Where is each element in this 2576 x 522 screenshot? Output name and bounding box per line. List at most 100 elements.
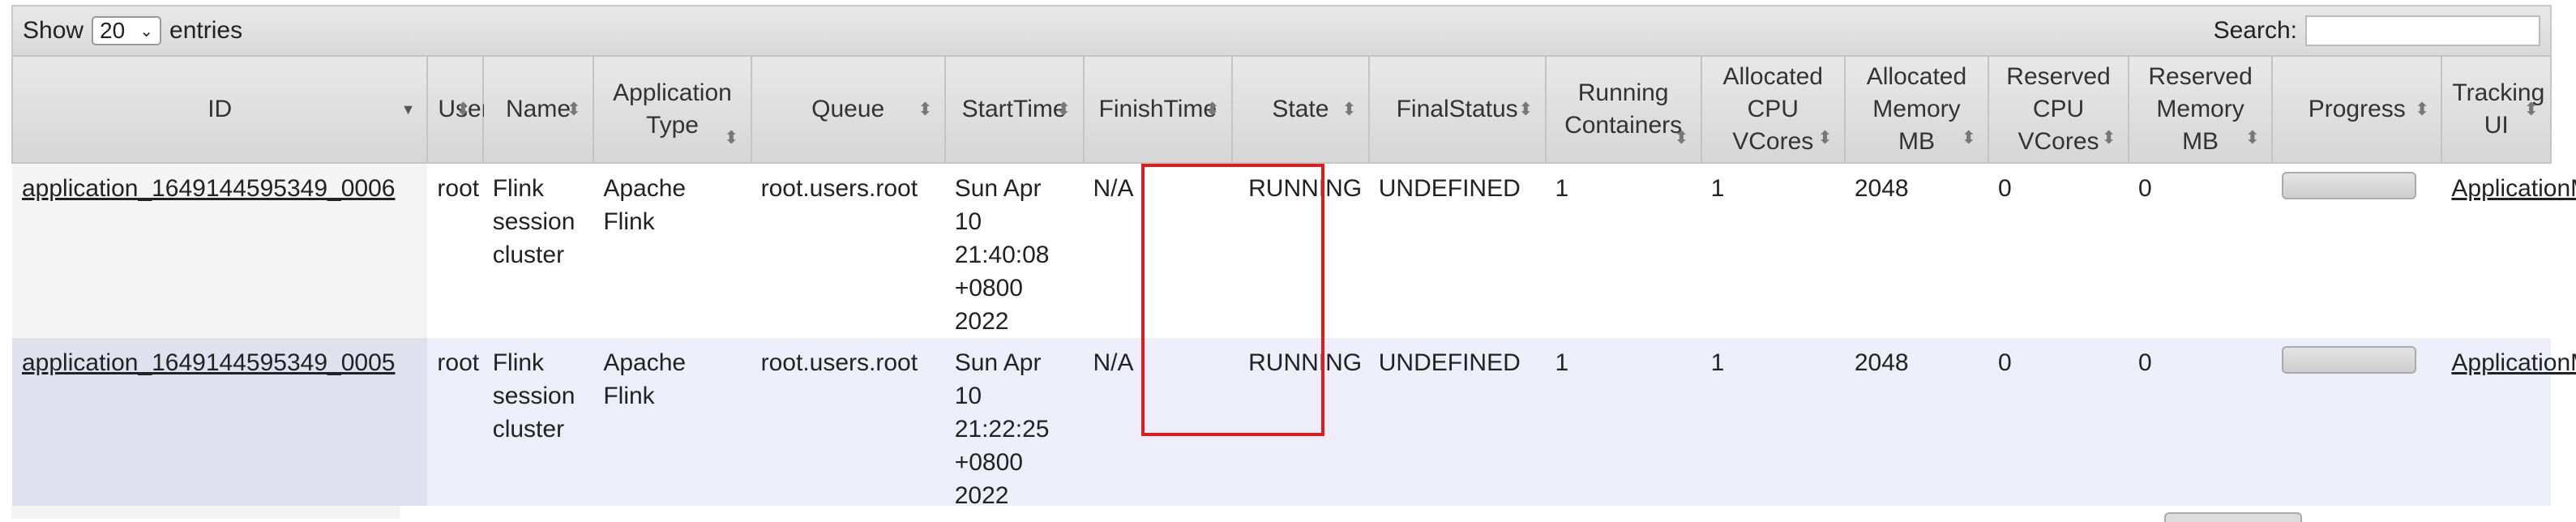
cell-line: 21:22:25 — [954, 416, 1050, 443]
cell-mem: 2048 — [1844, 338, 1989, 512]
column-header-id[interactable]: ID ▼ — [11, 55, 429, 164]
cell-type: Apache Flink — [593, 163, 751, 338]
column-header-label: Reserved — [2006, 63, 2111, 90]
sort-both-icon: ⬍ — [2101, 127, 2116, 148]
cell-line: session — [492, 208, 576, 235]
column-header-label: Application — [613, 79, 732, 106]
progress-bar — [2282, 346, 2417, 374]
column-header-label: StartTime — [961, 96, 1067, 122]
column-header-label: FinishTime — [1098, 96, 1217, 122]
column-header-state[interactable]: State ⬍ — [1231, 55, 1370, 164]
cell-line: 10 — [954, 208, 982, 235]
show-label: Show — [23, 17, 84, 44]
column-header-label: Progress — [2308, 96, 2406, 122]
column-header-rmem[interactable]: Reserved Memory MB ⬍ — [2127, 55, 2274, 164]
cell-line: 21:40:08 — [954, 242, 1050, 268]
table-toolbar: Show 20 ⌄ entries Search: — [11, 5, 2552, 55]
cell-user: root — [427, 163, 483, 338]
chevron-down-icon: ⌄ — [139, 22, 154, 41]
cell-containers: 1 — [1545, 338, 1701, 512]
sort-both-icon: ⬍ — [918, 99, 933, 119]
sort-both-icon: ⬍ — [2523, 99, 2539, 119]
cell-mem: 2048 — [1844, 163, 1989, 338]
column-header-label: VCores — [1732, 128, 1814, 155]
cell-line: Flink — [603, 383, 655, 409]
search-control: Search: — [2214, 15, 2540, 46]
column-header-label: Running — [1577, 79, 1669, 106]
column-header-label: FinalStatus — [1396, 96, 1518, 122]
column-header-label: Reserved — [2148, 63, 2253, 90]
page-size-value: 20 — [100, 18, 126, 43]
column-header-tracking[interactable]: Tracking UI ⬍ — [2441, 55, 2552, 164]
cell-name: Flink session cluster — [482, 163, 594, 338]
cell-value: 1 — [1555, 175, 1569, 202]
cell-rmem: 0 — [2128, 163, 2273, 338]
cell-start: Sun Apr 10 21:22:25 +0800 2022 — [944, 338, 1084, 512]
cell-value: UNDEFINED — [1378, 175, 1521, 202]
cell-line: +0800 — [954, 275, 1023, 302]
cell-rmem: 0 — [2128, 338, 2273, 512]
tracking-ui-link[interactable]: ApplicationMaster — [2451, 349, 2576, 376]
entries-label: entries — [169, 17, 243, 44]
cell-value: 1 — [1555, 349, 1569, 376]
cell-state: RUNNING — [1232, 163, 1369, 338]
sort-both-icon: ⬍ — [1518, 99, 1534, 119]
column-header-name[interactable]: Name ⬍ — [481, 55, 595, 164]
sort-both-icon: ⬍ — [456, 99, 471, 119]
column-header-mem[interactable]: Allocated Memory MB ⬍ — [1843, 55, 1990, 164]
application-id-link[interactable]: application_1649144595349_0006 — [22, 175, 395, 202]
cell-rcpu: 0 — [1988, 338, 2129, 512]
cell-finish: N/A — [1083, 163, 1233, 338]
cell-line: 10 — [954, 383, 982, 409]
page-size-select[interactable]: 20 ⌄ — [92, 16, 162, 45]
cell-line: Flink — [492, 349, 545, 376]
sort-both-icon: ⬍ — [1205, 99, 1221, 119]
cell-queue: root.users.root — [751, 338, 945, 512]
cell-value: N/A — [1093, 175, 1134, 202]
sort-both-icon: ⬍ — [1961, 127, 1977, 148]
progress-bar-partial — [2164, 512, 2302, 522]
cell-type: Apache Flink — [593, 338, 751, 512]
column-header-label: Type — [645, 112, 699, 139]
column-header-containers[interactable]: Running Containers ⬍ — [1544, 55, 1702, 164]
table-row: application_1649144595349_0006 root Flink s… — [12, 163, 2576, 338]
column-header-rcpu[interactable]: Reserved CPU VCores ⬍ — [1988, 55, 2129, 164]
cell-line: Sun Apr — [954, 349, 1042, 376]
column-header-type[interactable]: Application Type ⬍ — [593, 55, 752, 164]
cell-value: root — [437, 175, 480, 202]
cell-line: Apache — [603, 349, 687, 376]
cell-final: UNDEFINED — [1368, 338, 1546, 512]
cell-value: 2048 — [1854, 349, 1909, 376]
column-header-start[interactable]: StartTime ⬍ — [944, 55, 1085, 164]
cell-line: Sun Apr — [954, 175, 1042, 202]
column-header-progress[interactable]: Progress ⬍ — [2271, 55, 2443, 164]
sort-both-icon: ⬍ — [724, 127, 739, 148]
cell-value: RUNNING — [1248, 175, 1363, 202]
cell-value: RUNNING — [1248, 349, 1363, 376]
column-header-queue[interactable]: Queue ⬍ — [750, 55, 946, 164]
search-input[interactable] — [2305, 15, 2540, 46]
cell-value: 0 — [1998, 175, 2012, 202]
cell-value: UNDEFINED — [1378, 349, 1521, 376]
cell-value: 2048 — [1854, 175, 1909, 202]
cell-tracking: ApplicationMaster — [2441, 338, 2576, 512]
column-header-label: ID — [208, 96, 233, 122]
header-row: ID ▼ User ⬍ Name ⬍ Application Type ⬍ Queue ⬍ Start… — [11, 55, 2552, 164]
sort-both-icon: ⬍ — [1674, 127, 1689, 148]
cell-queue: root.users.root — [751, 163, 945, 338]
tracking-ui-link[interactable]: ApplicationMaster — [2451, 175, 2576, 202]
sort-desc-icon: ▼ — [400, 101, 416, 118]
column-header-label: Memory — [1872, 96, 1961, 122]
page-length-control: Show 20 ⌄ entries — [23, 16, 242, 45]
column-header-cpu[interactable]: Allocated CPU VCores ⬍ — [1700, 55, 1846, 164]
column-header-label: CPU — [1747, 96, 1799, 122]
cell-value: N/A — [1093, 349, 1134, 376]
column-header-user[interactable]: User ⬍ — [426, 55, 490, 164]
column-header-finish[interactable]: FinishTime ⬍ — [1082, 55, 1234, 164]
column-header-label: Allocated — [1722, 63, 1823, 90]
cell-line: 2022 — [954, 308, 1009, 335]
column-header-final[interactable]: FinalStatus ⬍ — [1367, 55, 1547, 164]
cell-progress — [2272, 163, 2442, 338]
sort-both-icon: ⬍ — [1817, 127, 1833, 148]
application-id-link[interactable]: application_1649144595349_0005 — [22, 349, 395, 376]
